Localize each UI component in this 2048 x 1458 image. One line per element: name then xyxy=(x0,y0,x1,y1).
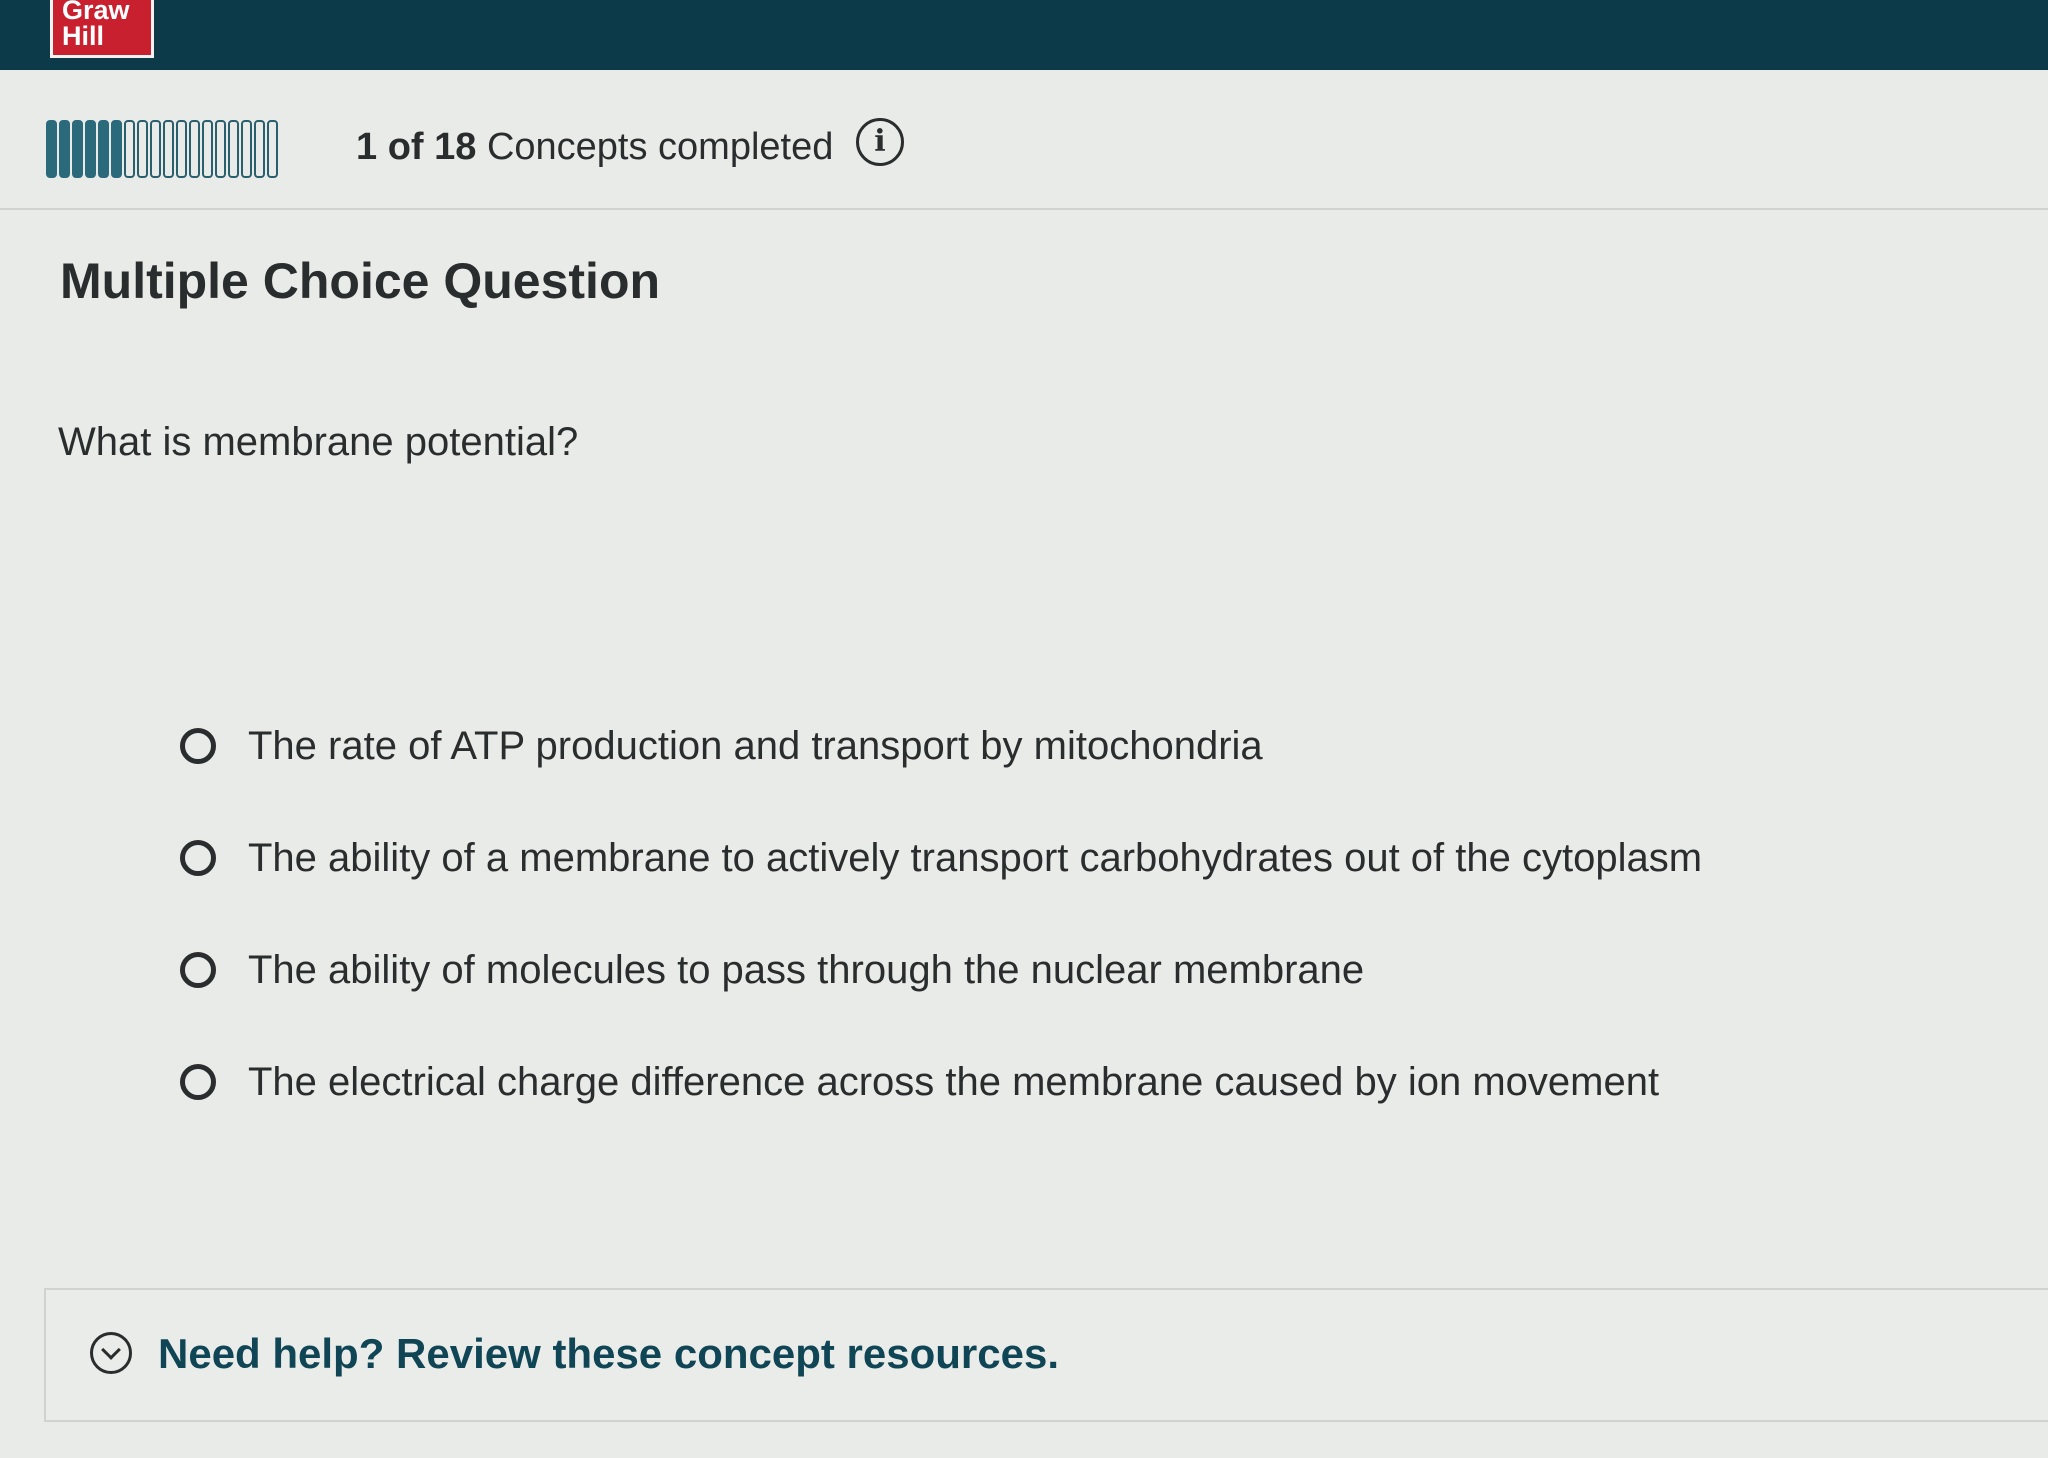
progress-segment xyxy=(254,120,265,178)
answer-option[interactable]: The ability of molecules to pass through… xyxy=(180,914,1702,1026)
radio-button[interactable] xyxy=(180,728,216,764)
progress-segment xyxy=(150,120,161,178)
logo-text-line2: Hill xyxy=(62,21,105,51)
info-icon[interactable]: i xyxy=(856,118,904,166)
answer-option[interactable]: The rate of ATP production and transport… xyxy=(180,690,1702,802)
progress-segment xyxy=(46,120,57,178)
progress-text: 1 of 18 Concepts completed xyxy=(356,122,833,172)
progress-segment xyxy=(124,120,135,178)
radio-button[interactable] xyxy=(180,840,216,876)
progress-segment xyxy=(176,120,187,178)
progress-meter xyxy=(46,120,278,178)
question-prompt: What is membrane potential? xyxy=(58,420,579,464)
progress-segment xyxy=(189,120,200,178)
progress-segment xyxy=(163,120,174,178)
radio-button[interactable] xyxy=(180,1064,216,1100)
answer-option-label: The ability of molecules to pass through… xyxy=(248,947,1365,992)
progress-header: 1 of 18 Concepts completed i xyxy=(0,70,2048,210)
chevron-down-circle-icon[interactable] xyxy=(90,1332,132,1374)
progress-suffix: Concepts completed xyxy=(486,126,834,168)
progress-segment xyxy=(241,120,252,178)
radio-button[interactable] xyxy=(180,952,216,988)
progress-segment xyxy=(215,120,226,178)
answer-options: The rate of ATP production and transport… xyxy=(180,690,1702,1138)
progress-segment xyxy=(59,120,70,178)
progress-segment xyxy=(228,120,239,178)
progress-segment xyxy=(137,120,148,178)
question-type-heading: Multiple Choice Question xyxy=(60,253,661,309)
help-resources-panel[interactable]: Need help? Review these concept resource… xyxy=(44,1288,2048,1422)
progress-segment xyxy=(72,120,83,178)
progress-segment xyxy=(98,120,109,178)
answer-option[interactable]: The ability of a membrane to actively tr… xyxy=(180,802,1702,914)
progress-count: 1 of 18 xyxy=(356,126,477,168)
answer-option-label: The rate of ATP production and transport… xyxy=(248,723,1263,768)
progress-segment xyxy=(111,120,122,178)
progress-segment xyxy=(85,120,96,178)
answer-option[interactable]: The electrical charge difference across … xyxy=(180,1026,1702,1138)
logo-text-line1: Graw xyxy=(62,0,130,25)
progress-segment xyxy=(202,120,213,178)
help-resources-link[interactable]: Need help? Review these concept resource… xyxy=(158,1330,1059,1378)
mcgraw-hill-logo[interactable]: Graw Hill xyxy=(50,0,154,58)
top-bar: Graw Hill xyxy=(0,0,2048,70)
answer-option-label: The electrical charge difference across … xyxy=(248,1059,1660,1104)
progress-segment xyxy=(267,120,278,178)
answer-option-label: The ability of a membrane to actively tr… xyxy=(248,835,1703,880)
